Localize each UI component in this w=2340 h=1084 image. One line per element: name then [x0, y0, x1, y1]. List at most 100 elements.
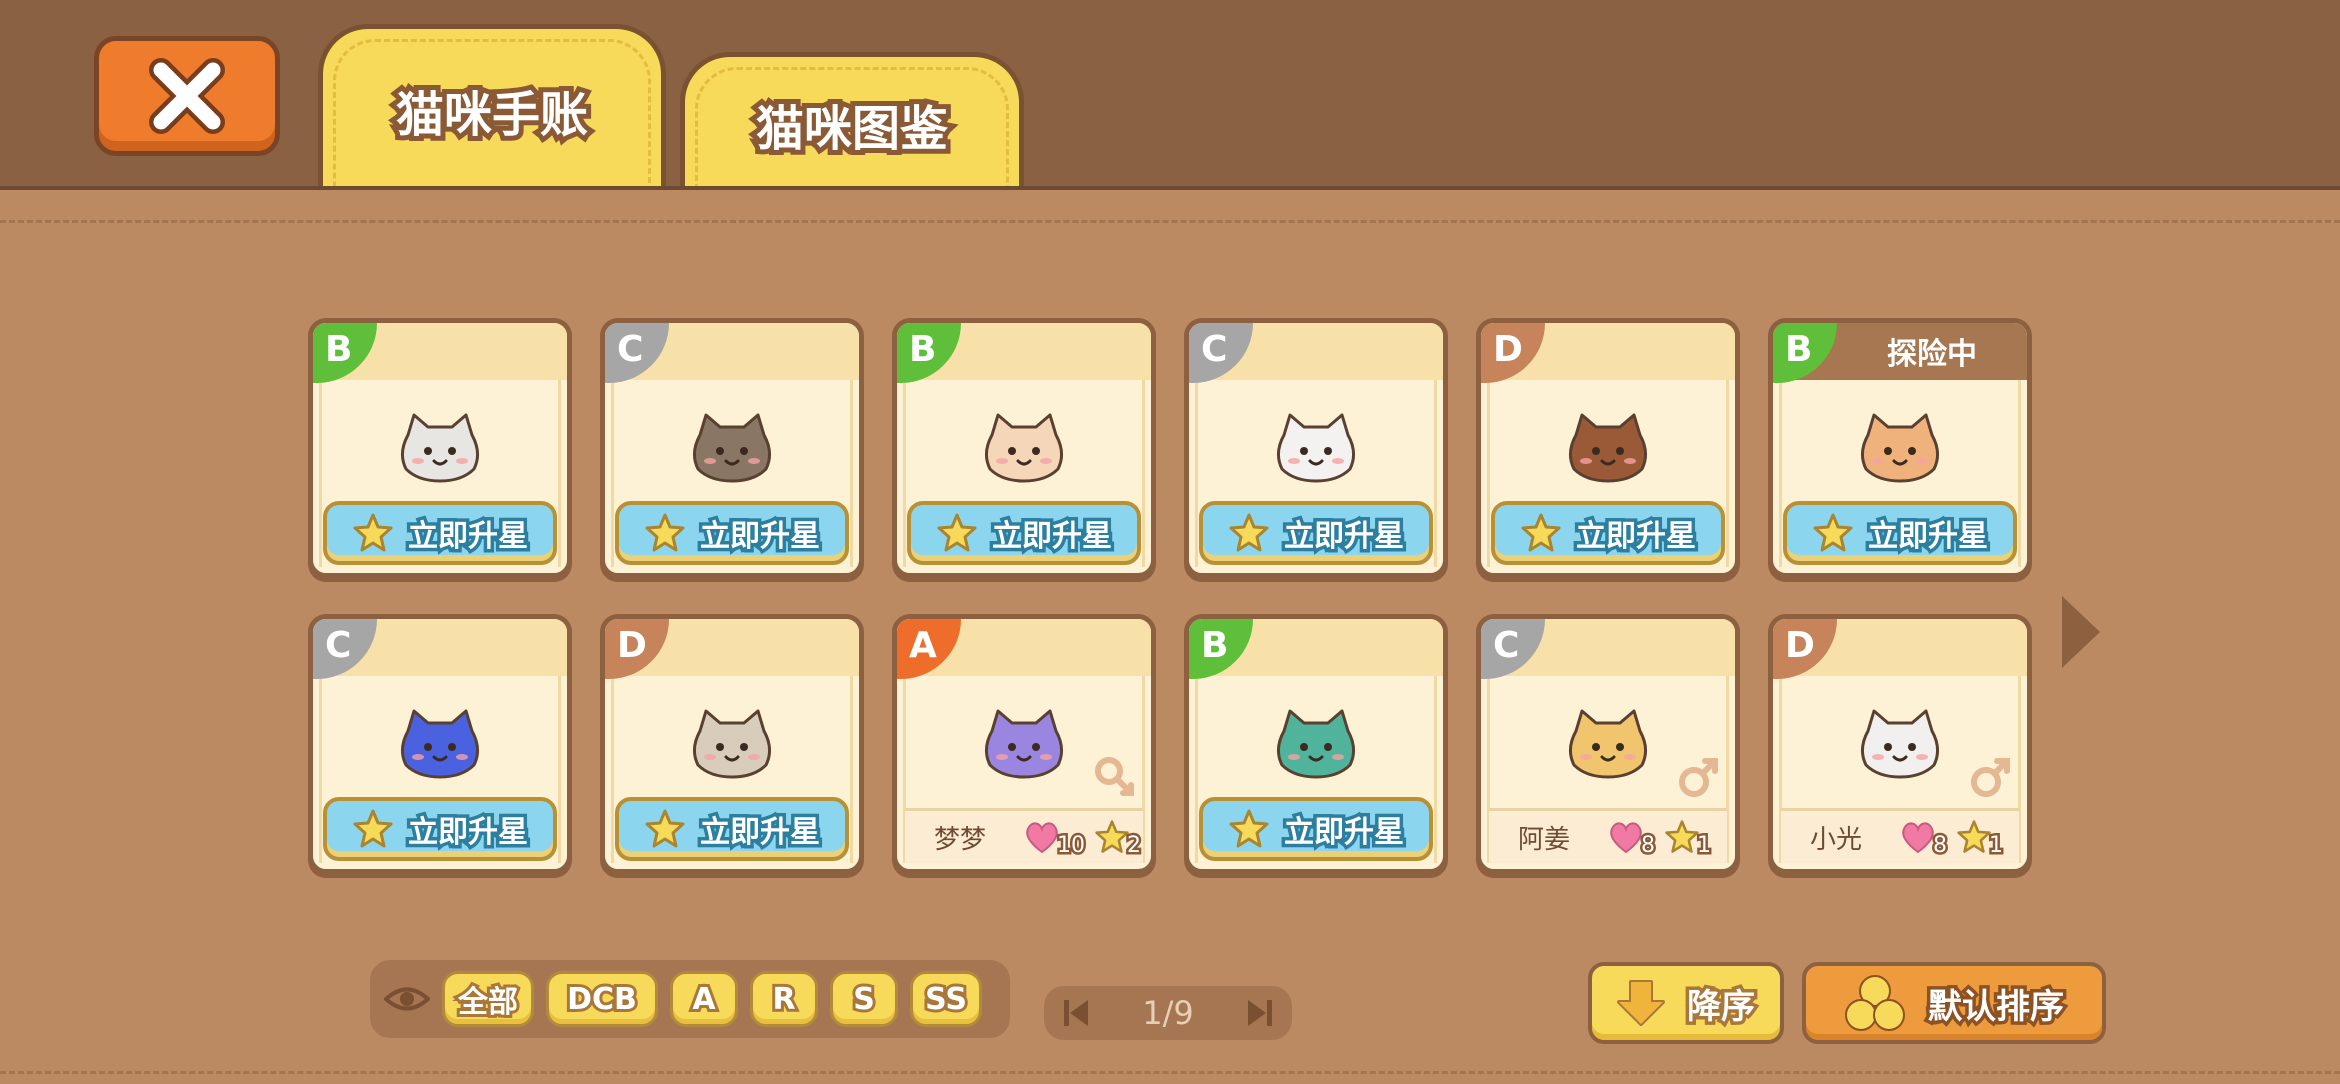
upgrade-star-button[interactable]: 立即升星 — [1199, 797, 1433, 861]
pager: 1/9 — [1044, 986, 1292, 1040]
cat-avatar — [1274, 709, 1358, 779]
cat-name: 阿姜 — [1517, 824, 1570, 855]
upgrade-star-button[interactable]: 立即升星 — [615, 797, 849, 861]
cat-card[interactable]: D 立即升星 — [600, 614, 864, 874]
stitch-divider — [0, 220, 2340, 223]
cat-card[interactable]: D 立即升星 — [1476, 318, 1740, 578]
cat-avatar — [1566, 413, 1650, 483]
star-stat: 2 — [1093, 817, 1144, 860]
filter-s-button[interactable]: S — [830, 971, 898, 1027]
expedition-status: 探险中 — [1887, 337, 1977, 372]
upgrade-star-button[interactable]: 立即升星 — [615, 501, 849, 565]
cat-avatar — [1858, 709, 1942, 779]
top-bar: 猫咪手账 猫咪图鉴 — [0, 0, 2340, 190]
down-arrow-icon — [1617, 980, 1665, 1026]
close-button[interactable] — [94, 36, 280, 156]
cat-avatar — [982, 709, 1066, 779]
three-circles-icon — [1845, 975, 1905, 1031]
affection-count: 10 — [1055, 830, 1088, 860]
upgrade-star-label: 立即升星 — [697, 516, 824, 558]
star-icon — [645, 809, 685, 848]
page-indicator: 1/9 — [1142, 994, 1194, 1032]
cat-card[interactable]: B 立即升星 — [308, 318, 572, 578]
heart-icon — [1026, 822, 1058, 854]
affection-stat: 8 — [1899, 817, 1950, 860]
affection-count: 8 — [1931, 830, 1950, 860]
cat-info-bar: 小光 8 1 — [1781, 808, 2019, 863]
upgrade-star-button[interactable]: 立即升星 — [907, 501, 1141, 565]
upgrade-star-label: 立即升星 — [1281, 516, 1408, 558]
star-icon — [353, 513, 393, 552]
cat-card[interactable]: B 立即升星 — [892, 318, 1156, 578]
star-icon — [353, 809, 393, 848]
cat-card[interactable]: C 立即升星 — [600, 318, 864, 578]
cat-avatar — [1274, 413, 1358, 483]
male-gender-icon — [1679, 758, 1718, 797]
cat-avatar — [690, 413, 774, 483]
sort-descending-button[interactable]: 降序 — [1588, 962, 1784, 1044]
sort-descending-label: 降序 — [1684, 983, 1759, 1030]
tab-cat-journal-label: 猫咪手账 — [391, 82, 593, 148]
cat-avatar — [398, 413, 482, 483]
sort-default-button[interactable]: 默认排序 — [1802, 962, 2106, 1044]
cat-avatar — [398, 709, 482, 779]
cat-card[interactable]: C 立即升星 — [308, 614, 572, 874]
cat-card[interactable]: 探险中 B 立即升星 — [1768, 318, 2032, 578]
star-count: 1 — [1695, 830, 1714, 860]
star-icon — [1957, 820, 1991, 853]
star-icon — [645, 513, 685, 552]
upgrade-star-button[interactable]: 立即升星 — [1491, 501, 1725, 565]
star-count: 1 — [1987, 830, 2006, 860]
upgrade-star-button[interactable]: 立即升星 — [1783, 501, 2017, 565]
star-icon — [1521, 513, 1561, 552]
next-page-arrow-icon[interactable] — [2058, 592, 2104, 672]
female-gender-icon — [1095, 757, 1134, 796]
star-icon — [1095, 820, 1129, 853]
star-icon — [1229, 809, 1269, 848]
cat-card[interactable]: D 小光 8 1 — [1768, 614, 2032, 874]
tab-cat-gallery[interactable]: 猫咪图鉴 — [680, 52, 1024, 190]
filter-a-button[interactable]: A — [670, 971, 738, 1027]
affection-stat: 10 — [1023, 817, 1088, 860]
cat-name: 梦梦 — [933, 824, 986, 855]
star-icon — [1665, 820, 1699, 853]
upgrade-star-label: 立即升星 — [697, 812, 824, 854]
cat-avatar — [1858, 413, 1942, 483]
cat-avatar — [1566, 709, 1650, 779]
filter-dcb-button[interactable]: DCB — [546, 971, 658, 1027]
cat-avatar — [690, 709, 774, 779]
filter-ss-button[interactable]: SS — [910, 971, 982, 1027]
upgrade-star-label: 立即升星 — [1573, 516, 1700, 558]
upgrade-star-label: 立即升星 — [1865, 516, 1992, 558]
cat-card[interactable]: C 立即升星 — [1184, 318, 1448, 578]
filter-all-button[interactable]: 全部 — [442, 971, 534, 1027]
affection-count: 8 — [1639, 830, 1658, 860]
tab-cat-gallery-label: 猫咪图鉴 — [751, 96, 953, 162]
filter-r-button[interactable]: R — [750, 971, 818, 1027]
cat-name: 小光 — [1809, 824, 1862, 855]
upgrade-star-label: 立即升星 — [989, 516, 1116, 558]
male-gender-icon — [1971, 758, 2010, 797]
cat-card[interactable]: B 立即升星 — [1184, 614, 1448, 874]
heart-icon — [1610, 822, 1642, 854]
star-icon — [1813, 513, 1853, 552]
cat-card[interactable]: C 阿姜 8 1 — [1476, 614, 1740, 874]
upgrade-star-button[interactable]: 立即升星 — [323, 797, 557, 861]
tab-cat-journal[interactable]: 猫咪手账 — [318, 24, 666, 190]
upgrade-star-label: 立即升星 — [405, 516, 532, 558]
cat-card[interactable]: A 梦梦 10 2 — [892, 614, 1156, 874]
first-page-icon[interactable] — [1064, 999, 1090, 1027]
star-icon — [937, 513, 977, 552]
upgrade-star-button[interactable]: 立即升星 — [323, 501, 557, 565]
last-page-icon[interactable] — [1246, 999, 1272, 1027]
star-stat: 1 — [1955, 817, 2006, 860]
cat-info-bar: 梦梦 10 2 — [905, 808, 1144, 863]
affection-stat: 8 — [1607, 817, 1658, 860]
upgrade-star-button[interactable]: 立即升星 — [1199, 501, 1433, 565]
cat-avatar — [982, 413, 1066, 483]
eye-icon[interactable] — [384, 984, 430, 1014]
stitch-divider — [0, 1071, 2340, 1074]
upgrade-star-label: 立即升星 — [405, 812, 532, 854]
star-icon — [1229, 513, 1269, 552]
star-stat: 1 — [1663, 817, 1714, 860]
